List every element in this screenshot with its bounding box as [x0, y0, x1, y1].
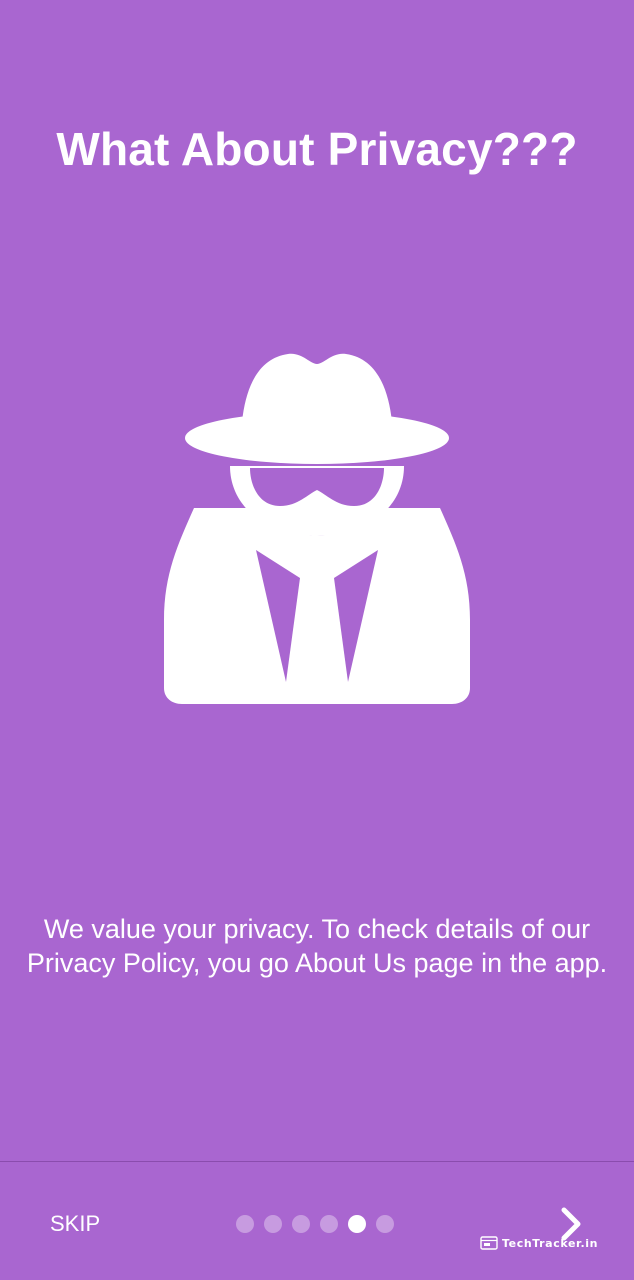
page-indicator	[236, 1215, 394, 1233]
watermark: TechTracker.in	[480, 1236, 598, 1250]
page-dot-1[interactable]	[236, 1215, 254, 1233]
watermark-text: TechTracker.in	[502, 1236, 599, 1250]
page-dot-5-active[interactable]	[348, 1215, 366, 1233]
page-dot-2[interactable]	[264, 1215, 282, 1233]
onboarding-description: We value your privacy. To check details …	[26, 914, 608, 978]
incognito-spy-icon	[160, 350, 474, 708]
page-title: What About Privacy???	[56, 123, 578, 175]
onboarding-screen: What About Privacy??? We value your priv…	[0, 0, 634, 1280]
browser-window-icon	[480, 1236, 498, 1250]
onboarding-bottom-bar: SKIP TechTracker.in	[0, 1162, 634, 1280]
page-dot-3[interactable]	[292, 1215, 310, 1233]
page-dot-4[interactable]	[320, 1215, 338, 1233]
page-dot-6[interactable]	[376, 1215, 394, 1233]
skip-button[interactable]: SKIP	[28, 1202, 122, 1246]
